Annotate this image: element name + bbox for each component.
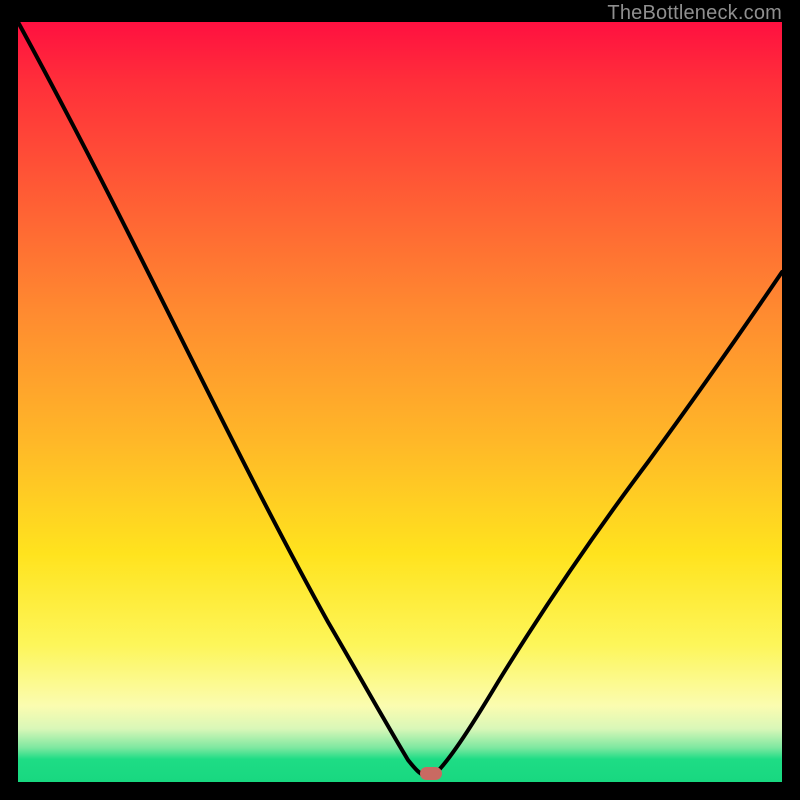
attribution-text: TheBottleneck.com — [607, 2, 782, 25]
curve-left-branch — [18, 22, 434, 775]
bottleneck-curve — [18, 22, 782, 782]
chart-frame: TheBottleneck.com — [0, 0, 800, 800]
optimum-marker — [420, 767, 442, 780]
curve-right-branch — [434, 272, 782, 775]
